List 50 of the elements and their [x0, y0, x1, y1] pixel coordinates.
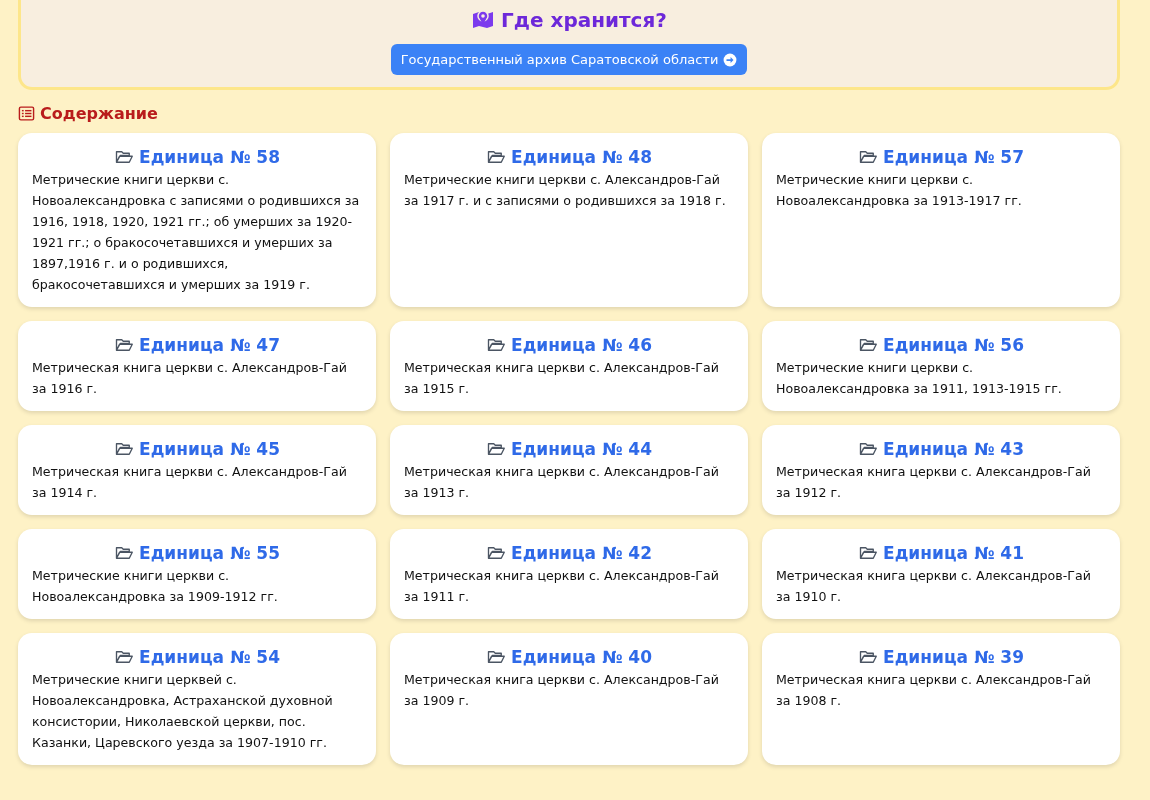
unit-link[interactable]: Единица № 45 [139, 439, 280, 459]
folder-icon [486, 440, 507, 458]
folder-icon [858, 336, 879, 354]
folder-icon [486, 336, 507, 354]
unit-link[interactable]: Единица № 43 [883, 439, 1024, 459]
folder-icon [858, 544, 879, 562]
list-icon [18, 105, 35, 122]
folder-icon [858, 440, 879, 458]
folder-icon [114, 544, 135, 562]
unit-link[interactable]: Единица № 39 [883, 647, 1024, 667]
unit-description: Метрические книги церкви с. Новоалександровка с записями о родившихся за 1916, 1918, 1920, 1921 гг.; об умерших за 1920-1921 гг.; о бракосочетавшихся и умерших за 1897,1916 г. и о родившихся, бракосочетавшихся и умерших за 1919 г. [32, 171, 361, 294]
unit-link[interactable]: Единица № 47 [139, 335, 280, 355]
unit-link[interactable]: Единица № 54 [139, 647, 280, 667]
section-title: Где хранится? [501, 8, 667, 32]
unit-description: Метрическая книга церкви с. Александров-Гай за 1913 г. [404, 463, 720, 502]
folder-icon [486, 544, 507, 562]
unit-description: Метрическая книга церкви с. Александров-Гай за 1908 г. [776, 671, 1092, 710]
unit-link[interactable]: Единица № 57 [883, 147, 1024, 167]
unit-link[interactable]: Единица № 46 [511, 335, 652, 355]
unit-link[interactable]: Единица № 42 [511, 543, 652, 563]
unit-link[interactable]: Единица № 41 [883, 543, 1024, 563]
unit-description: Метрическая книга церкви с. Александров-Гай за 1915 г. [404, 359, 720, 398]
unit-description: Метрическая книга церкви с. Александров-Гай за 1910 г. [776, 567, 1092, 606]
unit-description: Метрические книги церкви с. Новоалександровка за 1909-1912 гг. [32, 567, 279, 606]
unit-link[interactable]: Единица № 40 [511, 647, 652, 667]
archive-button[interactable]: Государственный архив Саратовской области [390, 44, 748, 75]
folder-icon [486, 148, 507, 166]
folder-icon [114, 440, 135, 458]
folder-icon [114, 148, 135, 166]
unit-description: Метрическая книга церкви с. Александров-Гай за 1911 г. [404, 567, 720, 606]
contents-heading: Содержание [40, 104, 158, 123]
unit-description: Метрическая книга церкви с. Александров-Гай за 1916 г. [32, 359, 348, 398]
folder-icon [114, 336, 135, 354]
unit-description: Метрические книги церкви с. Новоалександровка за 1911, 1913-1915 гг. [776, 359, 1063, 398]
unit-link[interactable]: Единица № 56 [883, 335, 1024, 355]
arrow-circle-icon [723, 52, 738, 67]
folder-icon [858, 148, 879, 166]
folder-icon [858, 648, 879, 666]
unit-link[interactable]: Единица № 58 [139, 147, 280, 167]
unit-link[interactable]: Единица № 48 [511, 147, 652, 167]
unit-description: Метрическая книга церкви с. Александров-Гай за 1912 г. [776, 463, 1092, 502]
unit-description: Метрическая книга церкви с. Александров-Гай за 1914 г. [32, 463, 348, 502]
unit-description: Метрические книги церкви с. Новоалександровка за 1913-1917 гг. [776, 171, 1023, 210]
folder-icon [114, 648, 135, 666]
unit-link[interactable]: Единица № 44 [511, 439, 652, 459]
folder-icon [486, 648, 507, 666]
unit-description: Метрические книги церквей с. Новоалександровка, Астраханской духовной консистории, Николаевской церкви, пос. Казанки, Царевского уезда за 1907-1910 гг. [32, 671, 334, 752]
unit-description: Метрические книги церкви с. Александров-Гай за 1917 г. и с записями о родившихся за 1918 г. [404, 171, 727, 210]
unit-description: Метрическая книга церкви с. Александров-Гай за 1909 г. [404, 671, 720, 710]
unit-link[interactable]: Единица № 55 [139, 543, 280, 563]
